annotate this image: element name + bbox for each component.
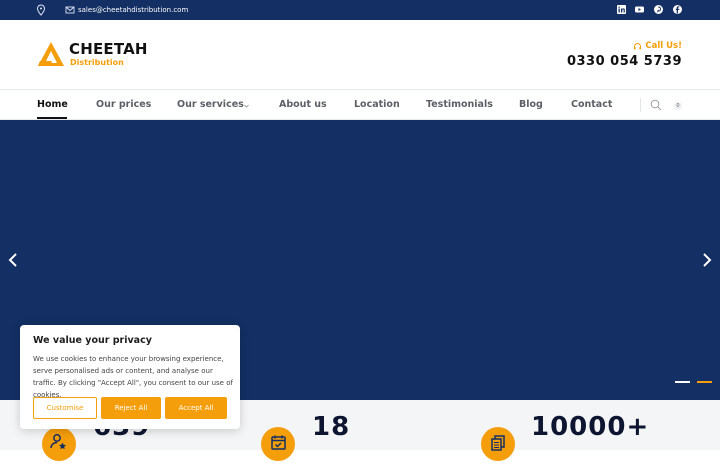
facebook-icon[interactable] [672, 4, 683, 15]
nav-item-contact[interactable]: Contact [571, 99, 612, 110]
nav-divider [640, 98, 641, 112]
reject-all-button[interactable]: Reject All [101, 397, 161, 419]
main-nav: Home Our prices Our services About us Lo… [0, 90, 720, 120]
cookie-consent-banner: We value your privacy We use cookies to … [20, 325, 240, 429]
nav-item-testimonials[interactable]: Testimonials [426, 99, 493, 110]
brand-subtitle: Distribution [70, 58, 124, 67]
top-bar: sales@cheetahdistribution.com [0, 0, 720, 20]
active-indicator [37, 117, 67, 119]
slider-next-arrow-icon[interactable] [701, 252, 713, 268]
nav-item-location[interactable]: Location [354, 99, 400, 110]
email-link[interactable]: sales@cheetahdistribution.com [78, 5, 188, 15]
nav-item-blog[interactable]: Blog [519, 99, 543, 110]
cookie-title: We value your privacy [33, 335, 152, 346]
nav-item-about-us[interactable]: About us [279, 99, 327, 110]
linkedin-icon[interactable] [616, 4, 627, 15]
cart-count-badge[interactable]: 0 [674, 102, 682, 110]
cheetah-logo[interactable] [37, 41, 65, 67]
call-label: Call Us! [645, 41, 682, 51]
call-us: Call Us! [633, 41, 682, 51]
customise-button[interactable]: Customise [33, 397, 97, 419]
stat-number: 18 [312, 412, 351, 442]
headset-icon [634, 42, 642, 49]
stat-icon-deliveries [481, 427, 515, 461]
stat-number: 10000+ [531, 412, 650, 442]
location-icon [36, 4, 46, 16]
mail-icon [65, 6, 75, 14]
user-star-icon [50, 434, 66, 450]
brand-name: CHEETAH [69, 40, 148, 58]
cookie-text: We use cookies to enhance your browsing … [33, 355, 233, 399]
stat-icon-customers [42, 427, 76, 461]
calendar-check-icon [271, 435, 286, 450]
nav-item-our-services[interactable]: Our services [177, 99, 244, 110]
chevron-down-icon [244, 104, 249, 108]
nav-item-home[interactable]: Home [37, 99, 68, 110]
stat-icon-years [261, 427, 295, 461]
slider-dot-active[interactable] [697, 381, 712, 383]
accept-all-button[interactable]: Accept All [165, 397, 227, 419]
phone-number[interactable]: 0330 054 5739 [567, 54, 682, 69]
pinterest-icon[interactable] [653, 4, 664, 15]
site-header: CHEETAH Distribution Call Us! 0330 054 5… [0, 20, 720, 90]
documents-icon [491, 435, 505, 451]
nav-item-our-prices[interactable]: Our prices [96, 99, 151, 110]
youtube-icon[interactable] [634, 4, 645, 15]
search-icon[interactable] [650, 99, 662, 111]
slider-prev-arrow-icon[interactable] [7, 252, 19, 268]
slider-dot[interactable] [675, 381, 690, 383]
